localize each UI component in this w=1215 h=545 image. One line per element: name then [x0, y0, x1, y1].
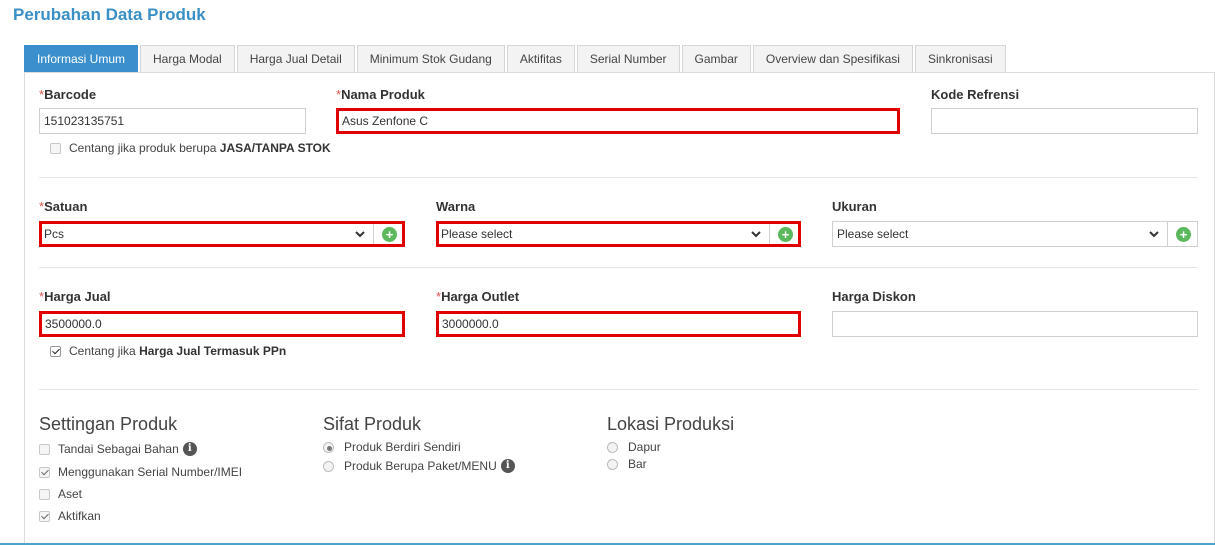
kode-refrensi-label: Kode Refrensi: [931, 87, 1020, 102]
setting-item-tandai-bahan[interactable]: Tandai Sebagai Bahan i: [39, 442, 197, 456]
setting-item-aktifkan[interactable]: Aktifkan: [39, 509, 101, 523]
chevron-down-icon: [355, 231, 365, 238]
radio-button[interactable]: [607, 441, 618, 453]
warna-select[interactable]: Please select: [436, 221, 770, 247]
jasa-checkbox-row[interactable]: Centang jika produk berupa JASA/TANPA ST…: [50, 141, 331, 155]
info-icon[interactable]: i: [182, 442, 197, 456]
nama-produk-input[interactable]: Asus Zenfone C: [336, 108, 900, 134]
satuan-add-button[interactable]: +: [373, 221, 405, 247]
sifat-option-paket-menu[interactable]: Produk Berupa Paket/MENU i: [323, 459, 515, 473]
lokasi-option-bar[interactable]: Bar: [607, 457, 647, 471]
tab-sinkronisasi[interactable]: Sinkronisasi: [914, 45, 1006, 73]
ukuran-label: Ukuran: [832, 199, 877, 214]
tab-harga-jual-detail[interactable]: Harga Jual Detail: [236, 45, 355, 73]
plus-circle-icon: +: [778, 227, 793, 242]
divider: [39, 267, 1198, 268]
chevron-down-icon: [751, 231, 761, 238]
ukuran-select-group: Please select +: [832, 221, 1198, 247]
sifat-option-label: Produk Berupa Paket/MENU: [344, 459, 497, 473]
info-icon[interactable]: i: [500, 459, 515, 473]
tab-bar: Informasi Umum Harga Modal Harga Jual De…: [24, 45, 1008, 73]
jasa-checkbox-text: Centang jika produk berupa JASA/TANPA ST…: [69, 141, 331, 155]
divider: [39, 177, 1198, 178]
harga-jual-input[interactable]: 3500000.0: [39, 311, 405, 337]
settingan-produk-title: Settingan Produk: [39, 414, 178, 434]
warna-select-group: Please select +: [436, 221, 801, 247]
tab-overview-spesifikasi[interactable]: Overview dan Spesifikasi: [752, 45, 913, 73]
sifat-option-berdiri-sendiri[interactable]: Produk Berdiri Sendiri: [323, 440, 461, 454]
setting-item-label: Tandai Sebagai Bahan: [58, 442, 179, 456]
setting-item-serial-number[interactable]: Menggunakan Serial Number/IMEI: [39, 465, 242, 479]
checkbox[interactable]: [39, 443, 50, 455]
setting-item-label: Aset: [58, 487, 83, 501]
page-title: Perubahan Data Produk: [13, 5, 206, 24]
tab-aktifitas[interactable]: Aktifitas: [506, 45, 575, 73]
barcode-input[interactable]: 151023135751: [39, 108, 306, 134]
satuan-value: Pcs: [44, 227, 65, 241]
ppn-checkbox-row[interactable]: Centang jika Harga Jual Termasuk PPn: [50, 344, 286, 358]
plus-circle-icon: +: [382, 227, 397, 242]
lokasi-option-label: Bar: [628, 457, 647, 471]
satuan-select-group: Pcs +: [39, 221, 405, 247]
lokasi-option-label: Dapur: [628, 440, 661, 454]
radio-button[interactable]: [607, 458, 618, 470]
kode-refrensi-input[interactable]: [931, 108, 1198, 134]
satuan-select[interactable]: Pcs: [39, 221, 374, 247]
setting-item-label: Aktifkan: [58, 509, 101, 523]
lokasi-produksi-title: Lokasi Produksi: [607, 414, 735, 434]
harga-outlet-label: *Harga Outlet: [436, 289, 520, 304]
tab-minimum-stok-gudang[interactable]: Minimum Stok Gudang: [356, 45, 505, 73]
harga-outlet-input[interactable]: 3000000.0: [436, 311, 801, 337]
ppn-checkbox-text: Centang jika Harga Jual Termasuk PPn: [69, 344, 287, 358]
ukuran-select[interactable]: Please select: [832, 221, 1168, 247]
chevron-down-icon: [1149, 231, 1159, 238]
ukuran-add-button[interactable]: +: [1167, 221, 1198, 247]
barcode-label: *Barcode: [39, 87, 97, 102]
tab-informasi-umum[interactable]: Informasi Umum: [24, 45, 139, 73]
setting-item-aset[interactable]: Aset: [39, 487, 82, 501]
checkbox[interactable]: [39, 488, 50, 500]
tab-serial-number[interactable]: Serial Number: [576, 45, 680, 73]
radio-button[interactable]: [323, 441, 334, 453]
lokasi-option-dapur[interactable]: Dapur: [607, 440, 661, 454]
setting-item-label: Menggunakan Serial Number/IMEI: [58, 465, 243, 479]
tab-gambar[interactable]: Gambar: [681, 45, 751, 73]
ukuran-value: Please select: [837, 227, 909, 241]
warna-label: Warna: [436, 199, 476, 214]
harga-diskon-input[interactable]: [832, 311, 1198, 337]
ppn-checkbox[interactable]: [50, 345, 61, 357]
warna-value: Please select: [441, 227, 513, 241]
jasa-checkbox[interactable]: [50, 142, 61, 154]
tab-harga-modal[interactable]: Harga Modal: [140, 45, 235, 73]
nama-produk-label: *Nama Produk: [336, 87, 425, 102]
radio-button[interactable]: [323, 460, 334, 472]
checkbox[interactable]: [39, 466, 50, 478]
satuan-label: *Satuan: [39, 199, 88, 214]
warna-add-button[interactable]: +: [769, 221, 801, 247]
divider: [39, 389, 1198, 390]
harga-diskon-label: Harga Diskon: [832, 289, 916, 304]
harga-jual-label: *Harga Jual: [39, 289, 111, 304]
sifat-option-label: Produk Berdiri Sendiri: [344, 440, 461, 454]
plus-circle-icon: +: [1176, 227, 1191, 242]
checkbox[interactable]: [39, 510, 50, 522]
sifat-produk-title: Sifat Produk: [323, 414, 422, 434]
